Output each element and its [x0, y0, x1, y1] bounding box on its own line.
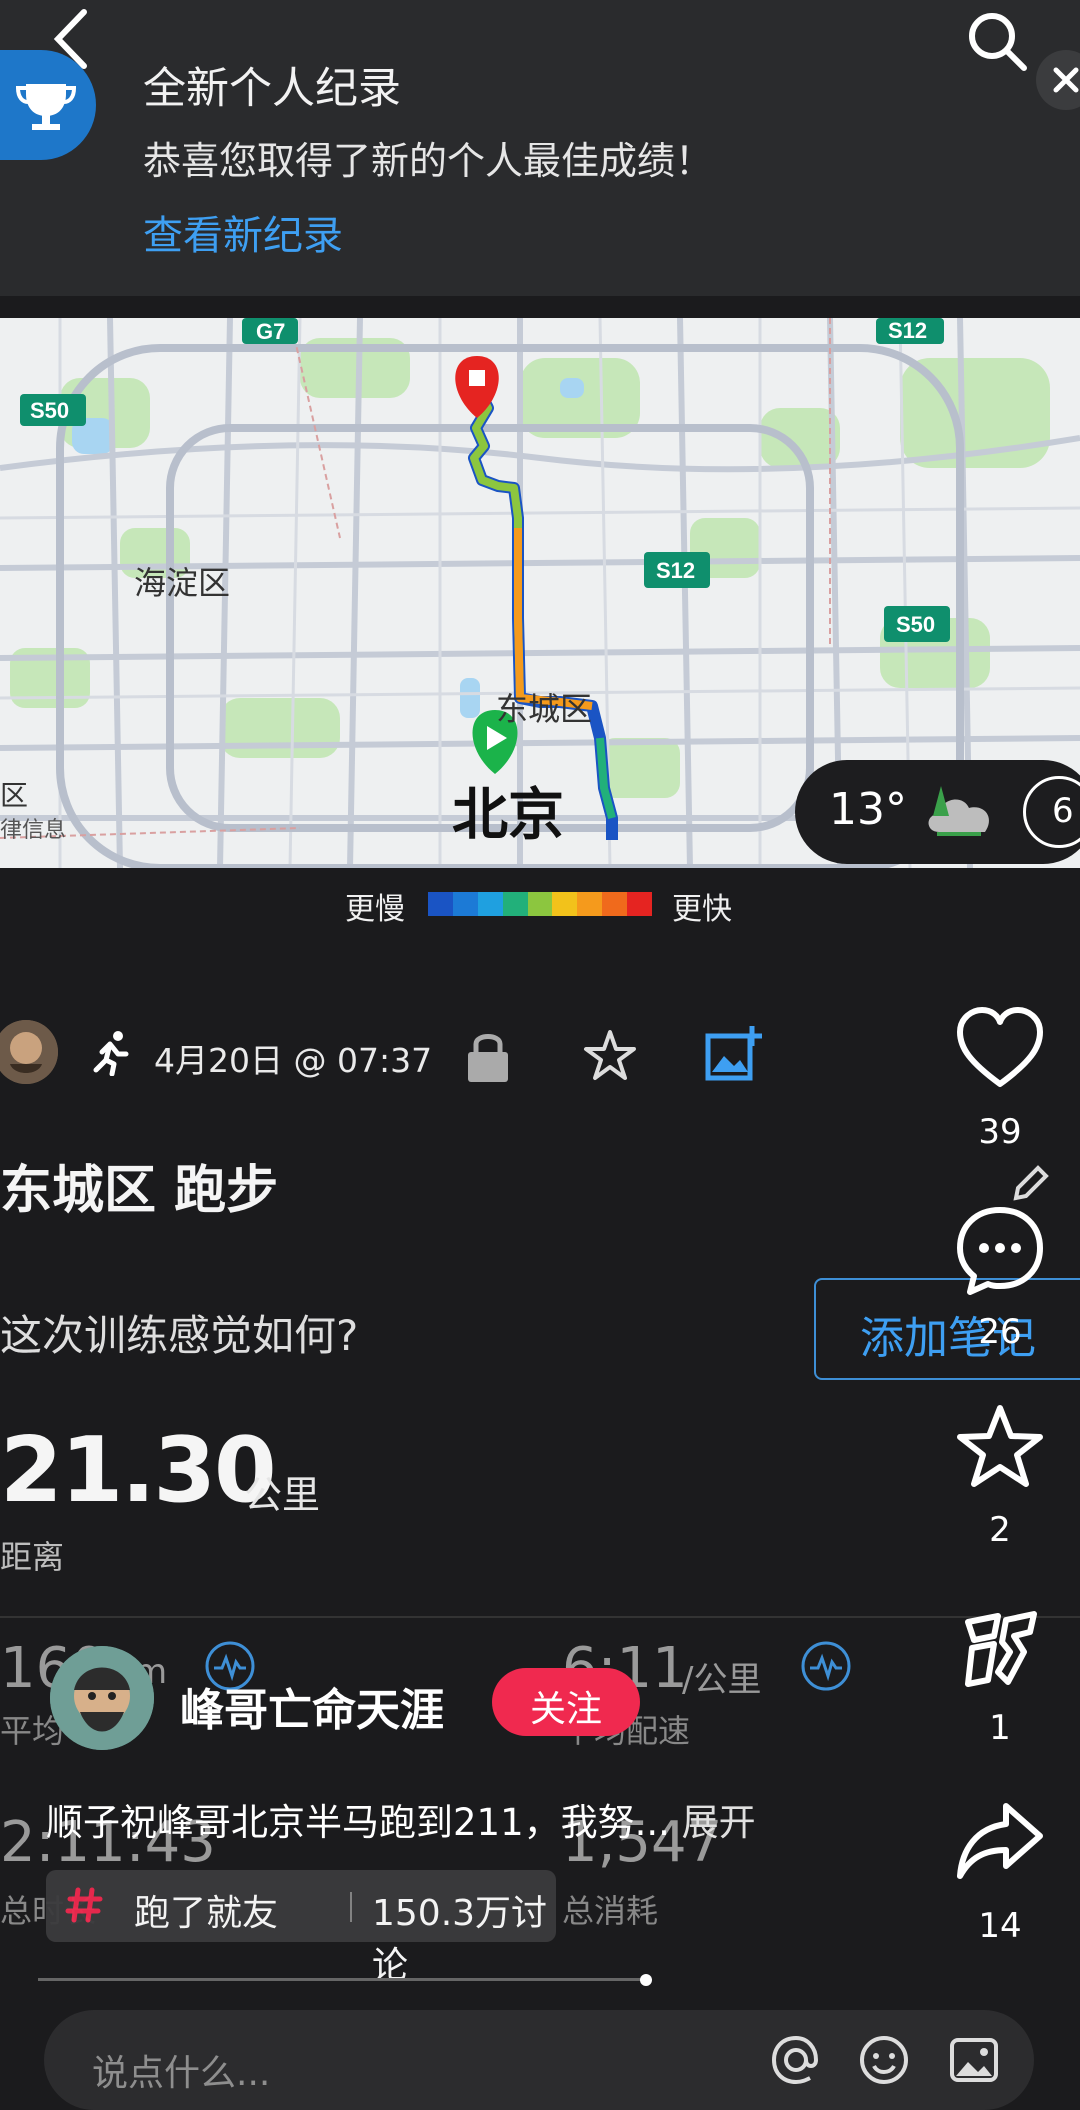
distance-label: 距离 — [0, 1538, 65, 1576]
favorite-star-icon[interactable] — [954, 1402, 1046, 1494]
svg-text:S50: S50 — [896, 612, 935, 637]
weather-temperature: 13° — [829, 784, 907, 835]
hashtag-icon — [65, 1887, 103, 1923]
legend-swatch — [502, 892, 528, 916]
activity-title: 东城区 跑步 — [0, 1161, 279, 1221]
edit-pencil-icon[interactable] — [1008, 1160, 1054, 1206]
follow-label: 关注 — [529, 1689, 602, 1730]
video-progress-bar[interactable] — [38, 1978, 648, 1981]
search-icon[interactable] — [964, 8, 1030, 74]
activity-owner-avatar[interactable] — [0, 1020, 58, 1084]
expand-link[interactable]: 展开 — [682, 1801, 756, 1844]
lock-icon[interactable] — [462, 1028, 514, 1084]
add-photo-icon[interactable] — [704, 1024, 764, 1084]
svg-text:S12: S12 — [656, 558, 695, 583]
legend-swatch — [477, 892, 503, 916]
map-label-haidian: 海淀区 — [134, 564, 231, 602]
avatar-face — [0, 1020, 58, 1084]
topic-count: 150.3万讨论 — [372, 1893, 548, 1986]
image-icon[interactable] — [946, 2032, 1002, 2088]
back-icon[interactable] — [48, 6, 98, 72]
legend-swatch — [452, 892, 478, 916]
close-icon — [1053, 67, 1079, 93]
weather-extra-value: 6 — [1052, 791, 1074, 831]
distance-value: 21.30 — [0, 1418, 277, 1523]
video-progress-handle[interactable] — [640, 1974, 652, 1986]
author-name[interactable]: 峰哥亡命天涯 — [180, 1674, 444, 1738]
pr-notification[interactable]: 全新个人纪录 恭喜您取得了新的个人最佳成绩！ 查看新纪录 — [0, 0, 1080, 296]
pace-legend-bar — [428, 892, 653, 916]
star-icon[interactable] — [582, 1028, 638, 1084]
comment-input[interactable]: 说点什么... — [44, 2010, 1034, 2110]
legend-slow-label: 更慢 — [345, 892, 405, 927]
map-label-beijing: 北京 — [452, 783, 564, 848]
stat-calories-label: 总消耗 — [562, 1892, 659, 1930]
activity-date: 4月20日 @ 07:37 — [154, 1041, 433, 1080]
legend-swatch — [627, 892, 653, 916]
follow-button[interactable]: 关注 — [492, 1668, 640, 1736]
favorite-count: 2 — [989, 1510, 1011, 1550]
weather-extra-badge: 6 — [1023, 776, 1080, 848]
heart-icon[interactable] — [954, 1004, 1046, 1096]
comment-placeholder: 说点什么... — [92, 2053, 271, 2094]
share-count: 14 — [978, 1906, 1022, 1946]
topic-tag[interactable]: 跑了就友 150.3万讨论 — [46, 1870, 556, 1986]
svg-text:S12: S12 — [888, 318, 927, 343]
good-count: 1 — [989, 1708, 1011, 1748]
running-icon — [93, 1031, 129, 1076]
cloud-weather-icon — [928, 786, 990, 836]
comment-icon[interactable] — [954, 1204, 1046, 1296]
close-notification-button[interactable] — [1036, 50, 1080, 110]
pulse-chart-icon[interactable] — [800, 1640, 852, 1692]
topic-separator — [350, 1892, 352, 1922]
legend-swatch — [577, 892, 603, 916]
map-label-left-district: 区 — [0, 779, 29, 812]
notification-title: 全新个人纪录 — [143, 64, 401, 114]
feel-question: 这次训练感觉如何? — [0, 1311, 359, 1360]
svg-text:G7: G7 — [256, 319, 285, 344]
legend-swatch — [527, 892, 553, 916]
stats-divider — [0, 1616, 1080, 1618]
author-avatar[interactable] — [50, 1646, 154, 1750]
svg-text:S50: S50 — [30, 398, 69, 423]
good-stamp-icon[interactable] — [954, 1602, 1046, 1694]
weather-pill[interactable]: 13° 6 — [795, 760, 1080, 864]
map-label-dongcheng: 东城区 — [496, 690, 593, 728]
view-new-record-link[interactable]: 查看新纪录 — [143, 203, 343, 261]
caption-text: 顺子祝峰哥北京半马跑到211，我努... — [46, 1801, 670, 1844]
legend-swatch — [602, 892, 628, 916]
map-label-left-info: 律信息 — [0, 818, 67, 843]
share-icon[interactable] — [954, 1796, 1046, 1888]
legend-swatch — [428, 892, 453, 916]
notification-message: 恭喜您取得了新的个人最佳成绩！ — [143, 139, 714, 183]
author-avatar-image — [50, 1646, 154, 1750]
at-mention-icon[interactable] — [768, 2032, 824, 2088]
legend-swatch — [552, 892, 578, 916]
legend-fast-label: 更快 — [672, 892, 732, 927]
stat-pace-unit: /公里 — [682, 1660, 762, 1700]
topic-name: 跑了就友 — [134, 1893, 279, 1934]
post-caption[interactable]: 顺子祝峰哥北京半马跑到211，我努... 展开 — [46, 1792, 756, 1846]
like-count: 39 — [978, 1112, 1022, 1152]
emoji-icon[interactable] — [856, 2032, 912, 2088]
distance-unit: 公里 — [244, 1473, 321, 1517]
comment-count: 26 — [978, 1312, 1022, 1352]
